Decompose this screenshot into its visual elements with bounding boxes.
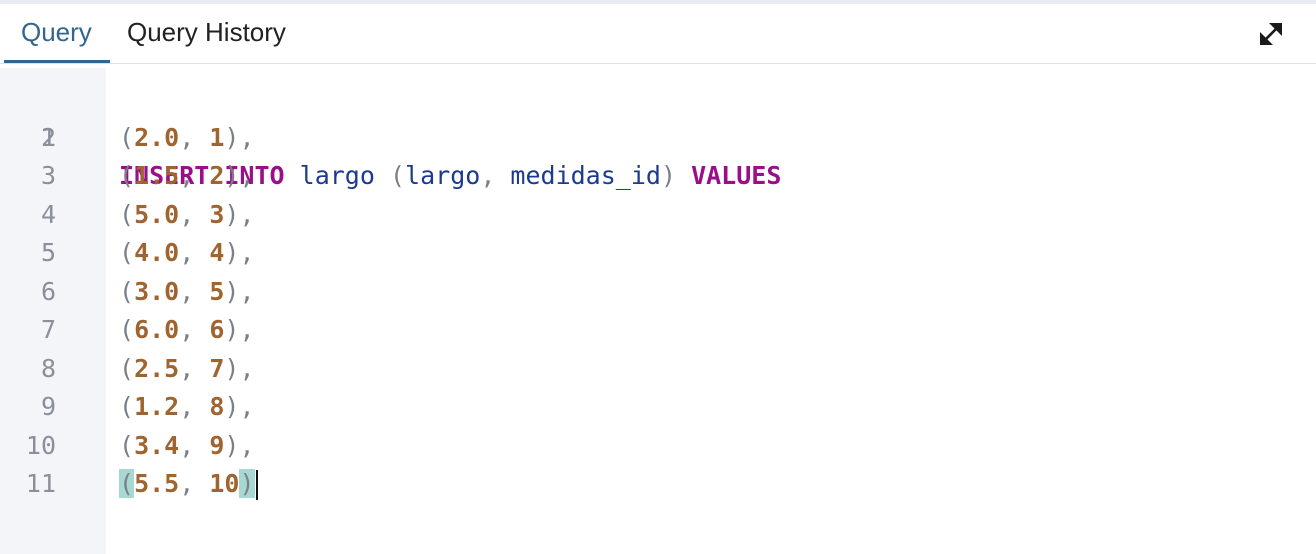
code-line[interactable]: 8 (2.5, 7),: [0, 350, 1316, 389]
number-literal: 5: [209, 276, 225, 306]
number-literal: 7: [209, 353, 225, 383]
code-line[interactable]: 5 (4.0, 4),: [0, 234, 1316, 273]
tab-bar: Query Query History: [0, 4, 1316, 64]
matching-bracket: ): [239, 469, 255, 498]
line-number: 8: [40, 353, 56, 383]
number-literal: 6: [209, 315, 225, 344]
tab-query-history[interactable]: Query History: [127, 4, 286, 63]
line-number: 5: [40, 238, 56, 267]
line-number: 7: [40, 315, 56, 344]
number-literal: 1.5: [134, 161, 180, 190]
code-line-content: (3.4, 9),: [119, 430, 255, 460]
code-line-content: (5.0, 3),: [119, 199, 255, 229]
code-line-content: (2.0, 1),: [119, 122, 255, 152]
line-number: 2: [40, 122, 56, 152]
number-literal: 3: [209, 199, 225, 229]
line-number: 4: [40, 199, 56, 229]
line-number: 9: [40, 392, 56, 421]
code-line-content: (4.0, 4),: [119, 238, 255, 267]
number-literal: 10: [209, 469, 240, 498]
code-line[interactable]: 6 (3.0, 5),: [0, 273, 1316, 312]
code-line-content: (6.0, 6),: [119, 315, 255, 344]
code-line[interactable]: 10 (3.4, 9),: [0, 427, 1316, 466]
number-literal: 4.0: [134, 238, 180, 267]
expand-diagonal-icon: [1260, 23, 1282, 45]
code-line[interactable]: 9 (1.2, 8),: [0, 388, 1316, 427]
expand-icon[interactable]: [1256, 19, 1286, 49]
code-line-content: (5.5, 10): [119, 465, 258, 504]
number-literal: 1: [209, 122, 225, 152]
number-literal: 5.5: [134, 469, 180, 498]
tab-query[interactable]: Query: [4, 4, 110, 63]
code-line-content: (3.0, 5),: [119, 276, 255, 306]
number-literal: 2.0: [134, 122, 180, 152]
number-literal: 1.2: [134, 392, 180, 421]
code-line-content: (2.5, 7),: [119, 353, 255, 383]
number-literal: 9: [209, 430, 225, 460]
code-line[interactable]: 2 (2.0, 1),: [0, 119, 1316, 158]
number-literal: 2: [209, 161, 225, 190]
number-literal: 3.4: [134, 430, 180, 460]
code-line[interactable]: 4 (5.0, 3),: [0, 196, 1316, 235]
line-number: 11: [25, 469, 56, 498]
code-line[interactable]: 7 (6.0, 6),: [0, 311, 1316, 350]
code-line[interactable]: 3 (1.5, 2),: [0, 157, 1316, 196]
number-literal: 6.0: [134, 315, 180, 344]
code-line[interactable]: 11 (5.5, 10): [0, 465, 1316, 504]
code-line-content: (1.5, 2),: [119, 161, 255, 190]
line-number: 6: [40, 276, 56, 306]
number-literal: 5.0: [134, 199, 180, 229]
sql-editor[interactable]: 1 INSERT INTO largo (largo, medidas_id) …: [0, 68, 1316, 554]
line-number: 10: [25, 430, 56, 460]
number-literal: 8: [209, 392, 225, 421]
matching-bracket: (: [119, 469, 135, 498]
number-literal: 2.5: [134, 353, 180, 383]
number-literal: 4: [209, 238, 225, 267]
text-cursor: [255, 470, 258, 500]
line-number: 3: [40, 161, 56, 190]
code-line-content: (1.2, 8),: [119, 392, 255, 421]
code-line[interactable]: 1 INSERT INTO largo (largo, medidas_id) …: [0, 80, 1316, 191]
code-lines: 1 INSERT INTO largo (largo, medidas_id) …: [0, 80, 1316, 504]
query-tool-panel: Query Query History 1 INSERT INTO largo …: [0, 0, 1316, 554]
number-literal: 3.0: [134, 276, 180, 306]
